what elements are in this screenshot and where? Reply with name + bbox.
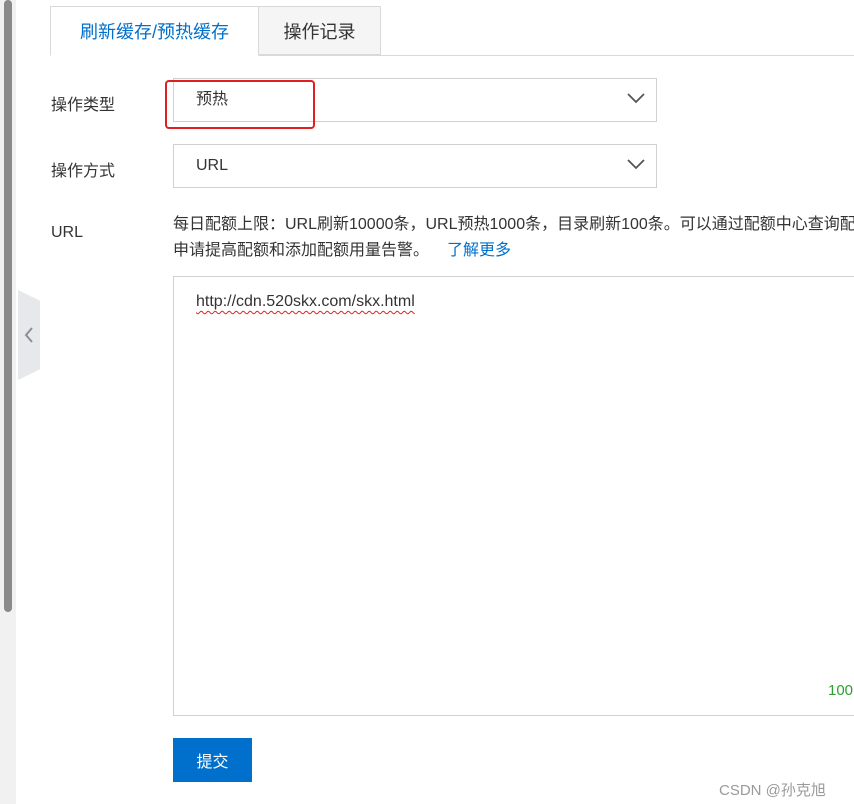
url-textarea-value: http://cdn.520skx.com/skx.html bbox=[196, 293, 415, 310]
tab-operation-log[interactable]: 操作记录 bbox=[259, 6, 381, 55]
submit-button[interactable]: 提交 bbox=[173, 738, 252, 782]
operation-type-label: 操作类型 bbox=[51, 97, 116, 114]
sidebar-collapse-handle[interactable] bbox=[18, 290, 40, 380]
watermark: CSDN @孙克旭 bbox=[719, 782, 826, 799]
scrollbar-track[interactable] bbox=[0, 0, 16, 804]
url-counter: 100 bbox=[828, 682, 854, 699]
url-textarea[interactable]: http://cdn.520skx.com/skx.html 100 bbox=[173, 276, 854, 716]
operation-mode-value: URL bbox=[196, 157, 229, 174]
operation-mode-label: 操作方式 bbox=[51, 163, 116, 180]
chevron-down-icon bbox=[627, 93, 645, 104]
chevron-left-icon bbox=[24, 327, 33, 343]
quota-hint-line1: 每日配额上限：URL刷新10000条，URL预热1000条，目录刷新100条。可… bbox=[173, 216, 854, 233]
learn-more-link[interactable]: 了解更多 bbox=[447, 242, 511, 259]
quota-hint: 每日配额上限：URL刷新10000条，URL预热1000条，目录刷新100条。可… bbox=[173, 212, 854, 264]
chevron-down-icon bbox=[627, 159, 645, 170]
tab-bar: 刷新缓存/预热缓存 操作记录 bbox=[50, 6, 854, 56]
quota-hint-line2: 申请提高配额和添加配额用量告警。 了解更多 bbox=[173, 238, 854, 264]
operation-mode-select[interactable]: URL bbox=[173, 144, 657, 188]
quota-hint-line2-text: 申请提高配额和添加配额用量告警。 bbox=[173, 242, 430, 259]
highlight-annotation bbox=[165, 80, 315, 129]
tab-refresh-preheat[interactable]: 刷新缓存/预热缓存 bbox=[50, 6, 259, 56]
scrollbar-thumb[interactable] bbox=[4, 0, 12, 612]
url-label: URL bbox=[51, 224, 84, 241]
